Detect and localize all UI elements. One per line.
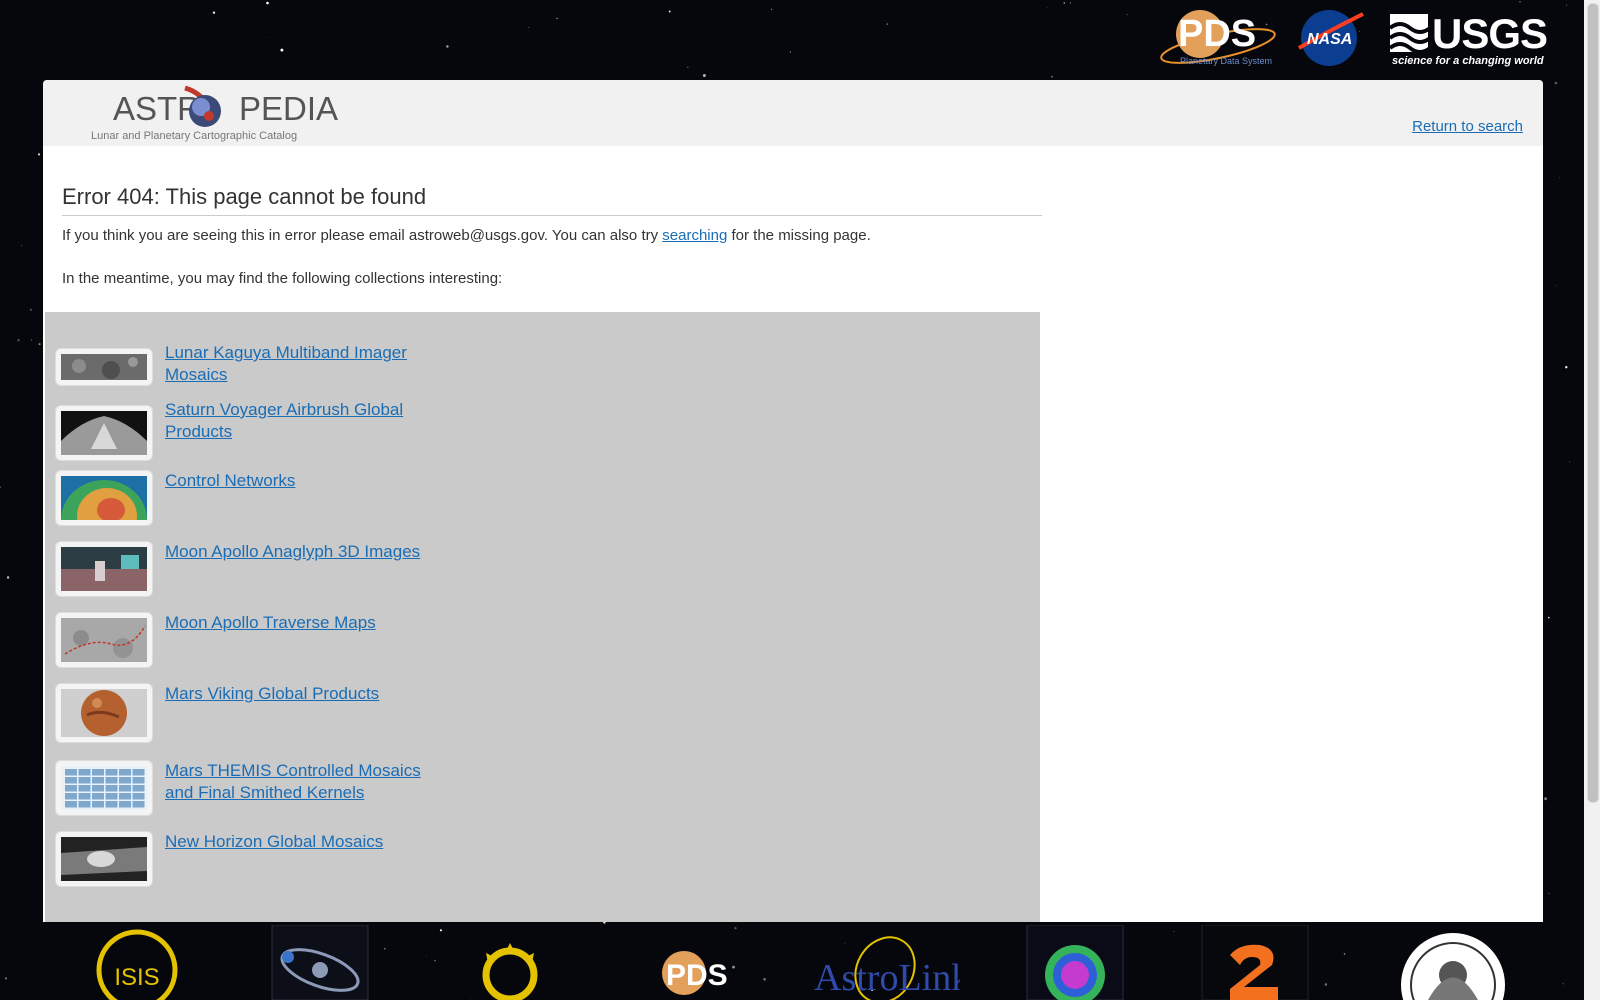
planet-comet-icon	[184, 85, 221, 127]
astropedia-logo[interactable]: ASTR PEDIA Lunar and Planetary Cartograph…	[91, 84, 338, 142]
pds-footer-logo[interactable]: PDS	[640, 925, 750, 1000]
nasa-logo-text: NASA	[1307, 31, 1352, 48]
isis-logo-text: ISIS	[114, 964, 159, 991]
scrollbar-thumb[interactable]	[1587, 3, 1599, 803]
brand-title-right: PEDIA	[239, 90, 339, 127]
orange-logo[interactable]	[1200, 925, 1310, 1000]
mars-thumb[interactable]	[55, 683, 153, 743]
nasa-logo[interactable]: NASA	[1295, 8, 1365, 68]
error-content: Error 404: This page cannot be found If …	[62, 184, 1042, 287]
usgs-logo-tag: science for a changing world	[1392, 55, 1544, 67]
control-network-thumb[interactable]	[55, 470, 153, 526]
partner-logos-bottom: ISIS PDS AstroLink	[0, 925, 1584, 1000]
sun-logo[interactable]	[470, 925, 550, 1000]
main-panel: ASTR PEDIA Lunar and Planetary Cartograph…	[43, 80, 1543, 922]
pds-footer-text: PDS	[666, 959, 728, 992]
collection-link[interactable]: Moon Apollo Traverse Maps	[165, 612, 445, 634]
pds-logo-tag: Planetary Data System	[1180, 56, 1272, 66]
pds-logo-text: PDS	[1178, 13, 1256, 55]
usgs-wave-icon	[1390, 14, 1430, 54]
orbit-logo[interactable]	[270, 925, 370, 1000]
collection-link[interactable]: Lunar Kaguya Multiband Imager Mosaics	[165, 342, 445, 386]
collections-panel: Lunar Kaguya Multiband Imager Mosaics Sa…	[45, 312, 1040, 922]
collection-link[interactable]: Moon Apollo Anaglyph 3D Images	[165, 541, 445, 563]
error-text-after: for the missing page.	[727, 227, 871, 244]
collection-link[interactable]: Saturn Voyager Airbrush Global Products	[165, 399, 445, 443]
spectrum-logo[interactable]	[1025, 925, 1125, 1000]
astrolink-text: AstroLink	[814, 957, 960, 999]
themis-grid-thumb[interactable]	[55, 760, 153, 816]
meantime-text: In the meantime, you may find the follow…	[62, 270, 503, 287]
page-scrollbar[interactable]	[1584, 0, 1600, 1000]
collection-link[interactable]: Mars THEMIS Controlled Mosaics and Final…	[165, 760, 445, 804]
traverse-map-thumb[interactable]	[55, 612, 153, 668]
moon-mosaic-thumb[interactable]	[55, 348, 153, 386]
brand-title: ASTR PEDIA	[113, 90, 338, 128]
collection-link[interactable]: Control Networks	[165, 470, 445, 492]
pds-logo[interactable]: PDS Planetary Data System	[1158, 6, 1278, 70]
saturn-thumb[interactable]	[55, 405, 153, 461]
error-message: If you think you are seeing this in erro…	[62, 226, 1042, 246]
partner-logos-top: PDS Planetary Data System NASA USGS scie…	[1150, 0, 1550, 78]
astrolink-logo[interactable]: AstroLink	[810, 925, 960, 1000]
society-seal-logo[interactable]	[1398, 925, 1508, 1000]
anaglyph-thumb[interactable]	[55, 541, 153, 597]
collection-link[interactable]: Mars Viking Global Products	[165, 683, 445, 705]
error-text-before: If you think you are seeing this in erro…	[62, 227, 663, 244]
pluto-mosaic-thumb[interactable]	[55, 831, 153, 887]
usgs-logo-text: USGS	[1432, 10, 1548, 57]
usgs-logo[interactable]: USGS science for a changing world	[1390, 10, 1550, 70]
isis-logo[interactable]: ISIS	[92, 925, 182, 1000]
return-to-search-link[interactable]: Return to search	[1412, 118, 1523, 135]
error-title: Error 404: This page cannot be found	[62, 184, 1042, 216]
collection-link[interactable]: New Horizon Global Mosaics	[165, 831, 445, 853]
brand-subtitle: Lunar and Planetary Cartographic Catalog	[91, 130, 298, 142]
searching-link[interactable]: searching	[662, 227, 727, 244]
page-header: ASTR PEDIA Lunar and Planetary Cartograph…	[43, 80, 1543, 146]
